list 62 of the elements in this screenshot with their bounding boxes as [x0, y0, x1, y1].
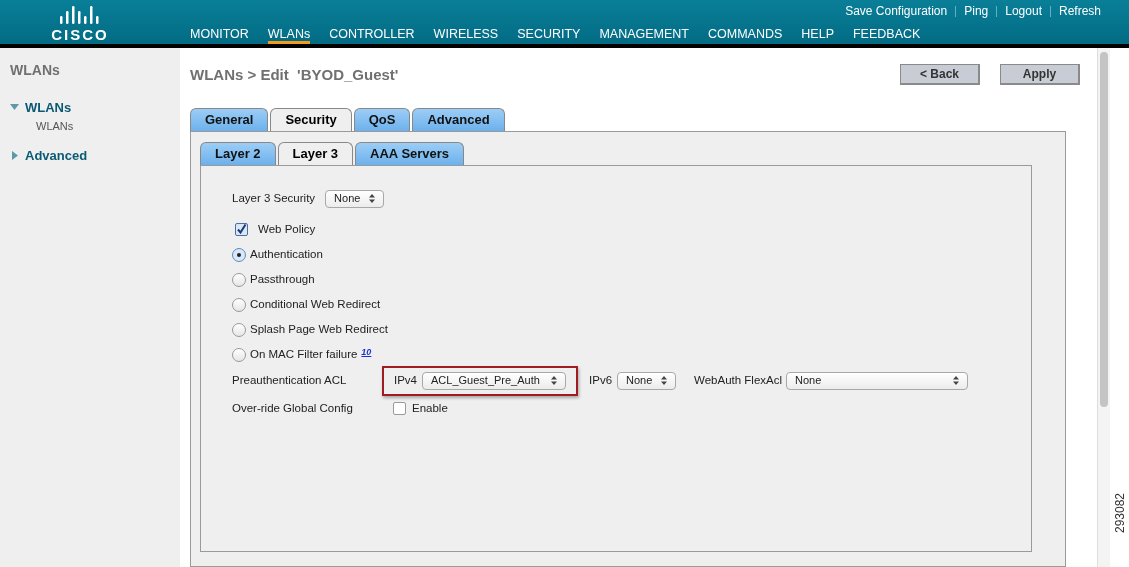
- logo-bars-icon: [58, 6, 102, 24]
- radio-label: Conditional Web Redirect: [250, 296, 381, 312]
- radio-label: Splash Page Web Redirect: [250, 321, 388, 337]
- ipv6-acl-select[interactable]: None: [617, 371, 677, 390]
- action-button[interactable]: < Back: [900, 64, 980, 85]
- nav-tab[interactable]: MONITOR: [190, 22, 249, 44]
- page-title: WLANs > Edit 'BYOD_Guest': [190, 65, 399, 85]
- tab[interactable]: Advanced: [412, 107, 505, 131]
- radio-button[interactable]: [232, 272, 246, 287]
- subtab[interactable]: AAA Servers: [355, 141, 465, 165]
- radio-button[interactable]: [232, 347, 246, 362]
- footnote-link[interactable]: 10: [361, 345, 372, 359]
- sidebar-subitem[interactable]: WLANs: [10, 117, 180, 134]
- checkbox-label: Enable: [412, 400, 448, 416]
- checkbox[interactable]: [393, 402, 406, 415]
- radio-label: On MAC Filter failure: [250, 346, 358, 362]
- subtab[interactable]: Layer 2: [200, 141, 276, 165]
- action-button[interactable]: Apply: [1000, 64, 1080, 85]
- header-link[interactable]: Save Configuration: [845, 2, 948, 20]
- caret-right-icon[interactable]: [10, 151, 19, 161]
- sidebar-item[interactable]: Advanced: [25, 146, 88, 166]
- radio-label: Authentication: [250, 246, 323, 262]
- field-label: IPv4: [394, 372, 417, 388]
- ipv4-acl-select[interactable]: ACL_Guest_Pre_Auth: [422, 371, 566, 390]
- radio-button[interactable]: [232, 297, 246, 312]
- radio-button[interactable]: [232, 322, 246, 337]
- flexacl-select[interactable]: None: [786, 371, 969, 390]
- tab[interactable]: Security: [270, 107, 352, 131]
- tab[interactable]: QoS: [353, 107, 411, 131]
- updown-icon: [551, 376, 557, 385]
- radio-label: Passthrough: [250, 271, 315, 287]
- field-label: WebAuth FlexAcl: [694, 372, 783, 388]
- updown-icon: [369, 194, 376, 203]
- nav-tab[interactable]: HELP: [801, 22, 834, 44]
- sidebar-item[interactable]: WLANs: [25, 98, 72, 118]
- header-link[interactable]: Ping: [964, 2, 989, 20]
- nav-tab[interactable]: CONTROLLER: [329, 22, 415, 44]
- field-label: IPv6: [589, 372, 613, 388]
- sidebar-title: WLANs: [10, 61, 61, 80]
- radio-button[interactable]: [232, 247, 246, 262]
- checkbox-label: Web Policy: [258, 221, 316, 237]
- header-link[interactable]: Logout: [1005, 2, 1042, 20]
- nav-tab[interactable]: SECURITY: [517, 22, 581, 44]
- nav-tab[interactable]: FEEDBACK: [853, 22, 921, 44]
- layer3-security-select[interactable]: None: [325, 189, 385, 208]
- caret-down-icon[interactable]: [10, 103, 19, 113]
- field-label: Layer 3 Security: [232, 190, 316, 206]
- nav-tab[interactable]: WIRELESS: [433, 22, 499, 44]
- nav-tab[interactable]: COMMANDS: [708, 22, 783, 44]
- field-label: Over-ride Global Config: [232, 400, 354, 416]
- scrollbar[interactable]: [1097, 48, 1110, 567]
- updown-icon: [661, 376, 668, 385]
- nav-tab[interactable]: WLANs: [267, 22, 311, 44]
- subtab[interactable]: Layer 3: [277, 141, 354, 165]
- tab[interactable]: General: [190, 107, 269, 131]
- nav-tab[interactable]: MANAGEMENT: [599, 22, 689, 44]
- field-label: Preauthentication ACL: [232, 372, 348, 388]
- header-link[interactable]: Refresh: [1058, 2, 1101, 20]
- logo-text: CISCO: [51, 27, 109, 42]
- updown-icon: [953, 376, 960, 385]
- figure-number: 293082: [1112, 492, 1127, 533]
- checkbox[interactable]: [235, 223, 248, 236]
